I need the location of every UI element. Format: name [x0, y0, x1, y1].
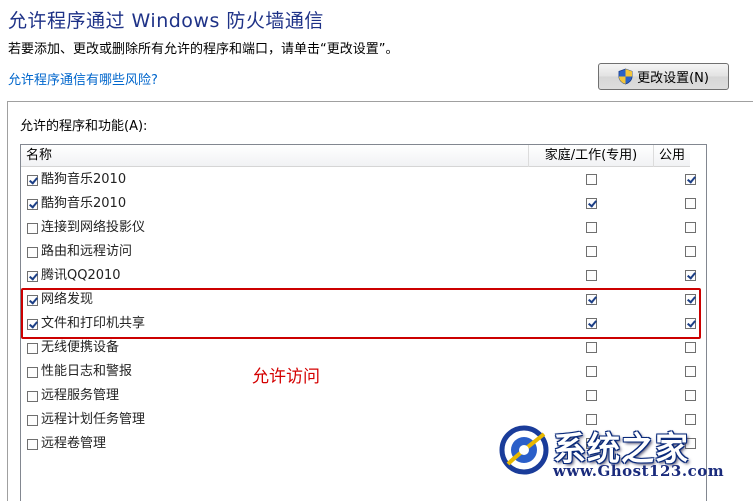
- program-enabled-checkbox[interactable]: [27, 294, 38, 306]
- program-name: 酷狗音乐2010: [41, 172, 127, 187]
- program-name: 路由和远程访问: [41, 244, 133, 259]
- home-work-checkbox[interactable]: [586, 198, 597, 209]
- program-enabled-checkbox[interactable]: [27, 174, 38, 186]
- public-checkbox[interactable]: [685, 294, 696, 305]
- program-enabled-checkbox[interactable]: [27, 438, 38, 450]
- change-settings-button[interactable]: 更改设置(N): [598, 63, 729, 90]
- program-enabled-checkbox[interactable]: [27, 390, 38, 402]
- program-enabled-checkbox[interactable]: [27, 270, 38, 282]
- home-work-checkbox[interactable]: [586, 270, 597, 281]
- table-row[interactable]: 无线便携设备: [21, 336, 696, 360]
- program-name-cell: 远程计划任务管理: [27, 408, 145, 432]
- table-row[interactable]: 路由和远程访问: [21, 240, 696, 264]
- program-name-cell: 酷狗音乐2010: [27, 168, 126, 192]
- program-name-cell: 连接到网络投影仪: [27, 216, 145, 240]
- home-work-checkbox[interactable]: [586, 222, 597, 233]
- program-name: 远程卷管理: [41, 436, 107, 451]
- home-work-checkbox[interactable]: [586, 174, 597, 185]
- program-name-cell: 网络发现: [27, 288, 93, 312]
- public-checkbox[interactable]: [685, 342, 696, 353]
- table-row[interactable]: 远程服务管理: [21, 384, 696, 408]
- list-rows: 酷狗音乐2010 酷狗音乐2010 连接到网络投影仪 路由和远程访问 腾讯QQ2010 网…: [21, 168, 696, 456]
- program-name-cell: 无线便携设备: [27, 336, 119, 360]
- change-settings-label: 更改设置(N): [637, 71, 709, 86]
- home-work-checkbox[interactable]: [586, 318, 597, 329]
- program-name-cell: 腾讯QQ2010: [27, 264, 121, 288]
- home-work-checkbox[interactable]: [586, 342, 597, 353]
- column-header-public[interactable]: 公用: [654, 145, 690, 167]
- public-checkbox[interactable]: [685, 222, 696, 233]
- table-row[interactable]: 文件和打印机共享: [21, 312, 696, 336]
- watermark: 系统之家 www.Ghost123.com: [498, 420, 753, 501]
- program-name: 网络发现: [41, 292, 94, 307]
- home-work-checkbox[interactable]: [586, 390, 597, 401]
- program-enabled-checkbox[interactable]: [27, 198, 38, 210]
- public-checkbox[interactable]: [685, 390, 696, 401]
- page-subtitle: 若要添加、更改或删除所有允许的程序和端口，请单击“更改设置”。: [8, 42, 399, 57]
- program-enabled-checkbox[interactable]: [27, 366, 38, 378]
- program-name: 远程服务管理: [41, 388, 120, 403]
- program-name-cell: 性能日志和警报: [27, 360, 132, 384]
- column-header-home-work[interactable]: 家庭/工作(专用): [529, 145, 654, 167]
- table-row[interactable]: 网络发现: [21, 288, 696, 312]
- program-enabled-checkbox[interactable]: [27, 414, 38, 426]
- table-row[interactable]: 酷狗音乐2010: [21, 168, 696, 192]
- column-header-name[interactable]: 名称: [21, 145, 529, 167]
- public-checkbox[interactable]: [685, 198, 696, 209]
- allowed-programs-label: 允许的程序和功能(A):: [20, 119, 148, 134]
- home-work-checkbox[interactable]: [586, 294, 597, 305]
- home-work-checkbox[interactable]: [586, 246, 597, 257]
- list-header: 名称 家庭/工作(专用) 公用: [21, 145, 690, 167]
- watermark-url: www.Ghost123.com: [553, 462, 725, 480]
- table-row[interactable]: 连接到网络投影仪: [21, 216, 696, 240]
- table-row[interactable]: 腾讯QQ2010: [21, 264, 696, 288]
- program-name-cell: 远程卷管理: [27, 432, 106, 456]
- program-name-cell: 远程服务管理: [27, 384, 119, 408]
- uac-shield-icon: [618, 68, 633, 85]
- public-checkbox[interactable]: [685, 270, 696, 281]
- program-name: 酷狗音乐2010: [41, 196, 127, 211]
- table-row[interactable]: 性能日志和警报: [21, 360, 696, 384]
- home-work-checkbox[interactable]: [586, 366, 597, 377]
- program-enabled-checkbox[interactable]: [27, 246, 38, 258]
- program-name: 连接到网络投影仪: [41, 220, 146, 235]
- program-name: 文件和打印机共享: [41, 316, 146, 331]
- program-name: 腾讯QQ2010: [41, 268, 121, 283]
- risk-link[interactable]: 允许程序通信有哪些风险?: [8, 69, 158, 88]
- program-enabled-checkbox[interactable]: [27, 342, 38, 354]
- program-enabled-checkbox[interactable]: [27, 222, 38, 234]
- public-checkbox[interactable]: [685, 366, 696, 377]
- public-checkbox[interactable]: [685, 174, 696, 185]
- program-name-cell: 路由和远程访问: [27, 240, 132, 264]
- page-title: 允许程序通过 Windows 防火墙通信: [8, 10, 324, 32]
- watermark-logo-icon: [499, 425, 549, 475]
- annotation-text: 允许访问: [252, 367, 320, 387]
- program-name: 性能日志和警报: [41, 364, 133, 379]
- program-name: 远程计划任务管理: [41, 412, 146, 427]
- program-name-cell: 文件和打印机共享: [27, 312, 145, 336]
- table-row[interactable]: 酷狗音乐2010: [21, 192, 696, 216]
- program-enabled-checkbox[interactable]: [27, 318, 38, 330]
- public-checkbox[interactable]: [685, 246, 696, 257]
- program-name: 无线便携设备: [41, 340, 120, 355]
- program-name-cell: 酷狗音乐2010: [27, 192, 126, 216]
- public-checkbox[interactable]: [685, 318, 696, 329]
